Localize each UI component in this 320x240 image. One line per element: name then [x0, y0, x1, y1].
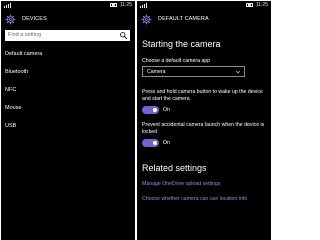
default-camera-screen: 11:25 DEFAULT CAMERA Starting the camera… [137, 1, 271, 240]
section-title-related: Related settings [142, 163, 207, 173]
toggle-knob [153, 108, 157, 112]
search-icon[interactable] [119, 31, 128, 40]
status-bar: 11:25 [137, 1, 271, 9]
camera-app-select[interactable]: Camera [142, 66, 245, 77]
list-item-bluetooth[interactable]: Bluetooth [5, 66, 131, 78]
signal-icon [140, 2, 147, 8]
status-bar: 11:25 [1, 1, 135, 9]
signal-icon [4, 2, 11, 8]
page-title: DEVICES [22, 16, 47, 22]
onedrive-upload-link[interactable]: Manage OneDrive upload settings [142, 181, 220, 187]
page-header: DEVICES [1, 14, 135, 26]
section-title-starting: Starting the camera [142, 39, 221, 49]
camera-location-link[interactable]: Choose whether camera can use location i… [142, 196, 247, 202]
page-title: DEFAULT CAMERA [158, 16, 209, 22]
page-header: DEFAULT CAMERA [137, 14, 271, 26]
status-time: 11:25 [255, 2, 268, 8]
prevent-toggle-state: On [163, 140, 170, 146]
chevron-down-icon [235, 70, 241, 74]
search-input[interactable]: Find a setting [5, 30, 130, 41]
devices-screen: 11:25 DEVICES Find a setting Default cam… [1, 1, 135, 240]
list-item-usb[interactable]: USB [5, 120, 131, 132]
toggle-knob [153, 141, 157, 145]
gear-icon [5, 14, 16, 25]
gear-icon [141, 14, 152, 25]
status-time: 11:25 [119, 2, 132, 8]
search-placeholder: Find a setting [8, 32, 42, 38]
prevent-toggle[interactable] [142, 139, 159, 147]
wake-toggle-state: On [163, 107, 170, 113]
wake-toggle[interactable] [142, 106, 159, 114]
battery-icon [245, 3, 253, 7]
wake-label: Press and hold camera button to wake up … [142, 89, 263, 102]
list-item-mouse[interactable]: Mouse [5, 102, 131, 114]
battery-icon [109, 3, 117, 7]
camera-app-selected: Camera [147, 69, 166, 75]
choose-app-label: Choose a default camera app [142, 58, 211, 64]
list-item-default-camera[interactable]: Default camera [5, 48, 131, 60]
list-item-nfc[interactable]: NFC [5, 84, 131, 96]
prevent-label: Prevent accidental camera launch when th… [142, 122, 265, 135]
